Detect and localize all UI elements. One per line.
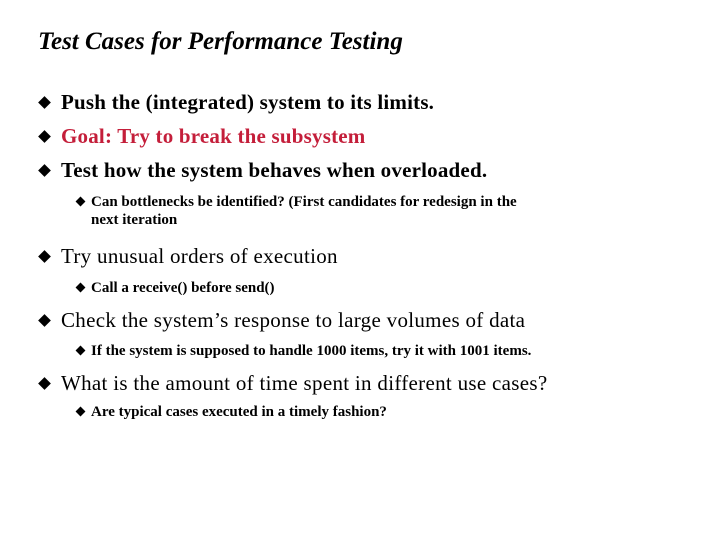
bullet-text: Try unusual orders of execution — [61, 244, 338, 268]
bullet-text: What is the amount of time spent in diff… — [61, 371, 548, 395]
diamond-bullet-icon — [38, 164, 51, 177]
sub-bullet-text: If the system is supposed to handle 1000… — [91, 343, 532, 359]
diamond-bullet-icon — [38, 96, 51, 109]
bullet-text: Check the system’s response to large vol… — [61, 308, 526, 332]
diamond-bullet-icon — [38, 130, 51, 143]
bullet-text: Goal: Try to break the subsystem — [61, 124, 366, 148]
sub-bullet-text: Are typical cases executed in a timely f… — [91, 404, 387, 420]
bullet-text: Test how the system behaves when overloa… — [61, 158, 488, 182]
slide-title: Test Cases for Performance Testing — [38, 28, 403, 55]
diamond-bullet-icon — [75, 345, 86, 356]
diamond-bullet-icon — [38, 377, 51, 390]
diamond-bullet-icon — [75, 196, 86, 207]
bullet-text: Push the (integrated) system to its limi… — [61, 90, 435, 114]
diamond-bullet-icon — [38, 250, 51, 263]
sub-bullet-text: Call a receive() before send() — [91, 280, 275, 296]
diamond-bullet-icon — [75, 282, 86, 293]
diamond-bullet-icon — [38, 314, 51, 327]
diamond-bullet-icon — [75, 406, 86, 417]
sub-bullet-text-line2: next iteration — [91, 212, 178, 228]
sub-bullet-text-line1: Can bottlenecks be identified? (First ca… — [91, 194, 517, 210]
